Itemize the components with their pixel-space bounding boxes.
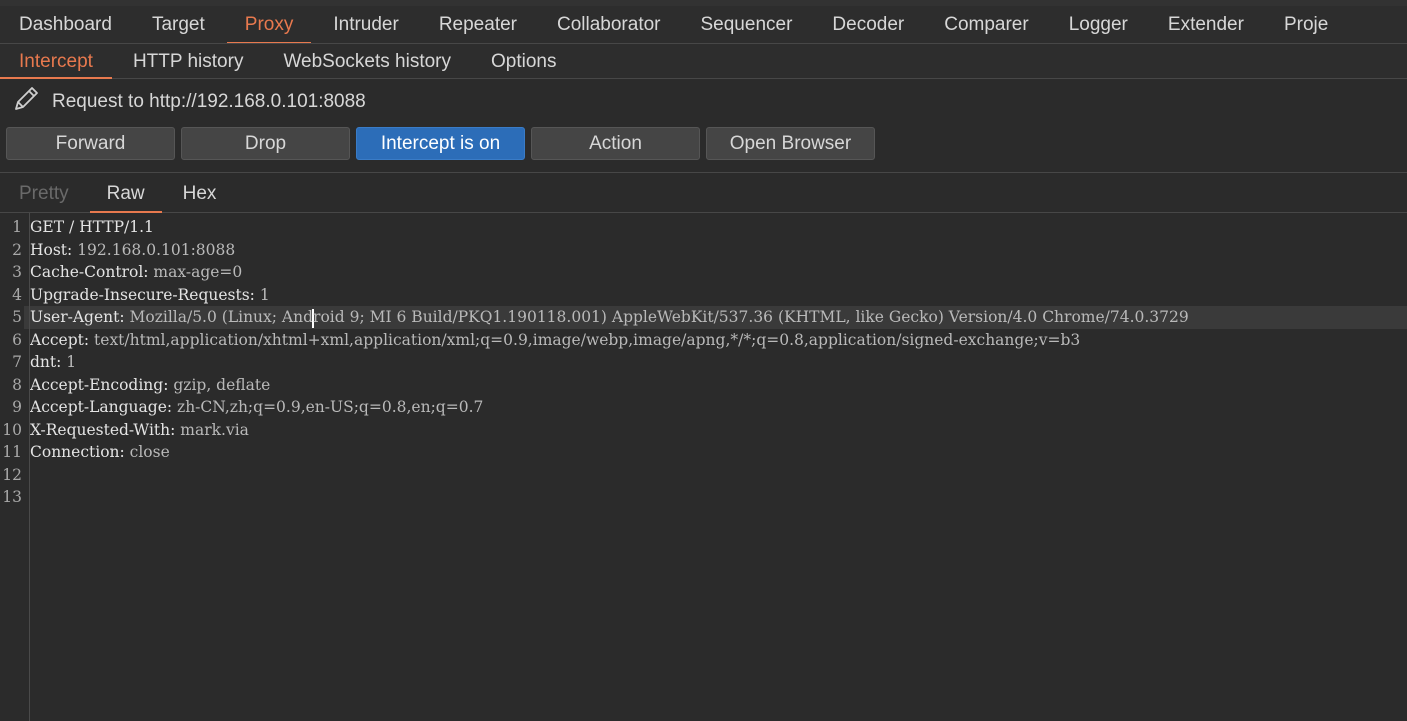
- header-name: Accept-Language:: [30, 398, 173, 416]
- header-row-user-agent: 5 User-Agent: Mozilla/5.0 (Linux; Androi…: [0, 306, 1407, 329]
- tab-collaborator[interactable]: Collaborator: [557, 6, 661, 43]
- header-value: text/html,application/xhtml+xml,applicat…: [89, 330, 1081, 349]
- header-row-accept: 6 Accept: text/html,application/xhtml+xm…: [0, 329, 1407, 352]
- gutter-divider: [29, 213, 30, 721]
- line-number: 9: [12, 398, 22, 416]
- tab-options[interactable]: Options: [491, 44, 556, 79]
- main-tab-bar: Dashboard Target Proxy Intruder Repeater…: [0, 6, 1407, 44]
- header-row-host: 2 Host: 192.168.0.101:8088: [0, 239, 1407, 262]
- header-row-cache-control: 3 Cache-Control: max-age=0: [0, 261, 1407, 284]
- header-row-x-requested-with: 10 X-Requested-With: mark.via: [0, 419, 1407, 442]
- pencil-icon[interactable]: [10, 83, 52, 121]
- line-number: 1: [12, 218, 22, 236]
- tab-project[interactable]: Proje: [1284, 6, 1328, 43]
- request-target-label: Request to http://192.168.0.101:8088: [52, 91, 366, 112]
- header-row-connection: 11 Connection: close: [0, 441, 1407, 464]
- tab-raw[interactable]: Raw: [89, 174, 162, 213]
- header-value-continued: roid 9; MI 6 Build/PKQ1.190118.001) Appl…: [313, 308, 1189, 326]
- line-number: 11: [2, 443, 22, 461]
- header-name: Host:: [30, 240, 73, 259]
- drop-button[interactable]: Drop: [181, 127, 350, 160]
- tab-dashboard[interactable]: Dashboard: [19, 6, 112, 43]
- tab-hex[interactable]: Hex: [183, 174, 217, 213]
- header-row-upgrade-insecure: 4 Upgrade-Insecure-Requests: 1: [0, 284, 1407, 307]
- header-row-accept-language: 9 Accept-Language: zh-CN,zh;q=0.9,en-US;…: [0, 396, 1407, 419]
- forward-button[interactable]: Forward: [6, 127, 175, 160]
- line-number: 7: [12, 353, 22, 371]
- tab-intruder[interactable]: Intruder: [333, 6, 398, 43]
- request-line-text: GET / HTTP/1.1: [30, 218, 154, 236]
- header-value: Mozilla/5.0 (Linux; And: [124, 308, 314, 326]
- header-value: mark.via: [175, 420, 249, 439]
- tab-decoder[interactable]: Decoder: [832, 6, 904, 43]
- header-name: dnt:: [30, 353, 62, 371]
- header-value: 1: [254, 285, 270, 304]
- header-row-dnt: 7 dnt: 1: [0, 351, 1407, 374]
- line-number: 3: [12, 263, 22, 281]
- header-name: User-Agent:: [30, 308, 125, 326]
- intercept-toggle-button[interactable]: Intercept is on: [356, 127, 525, 160]
- message-editor-tab-bar: Pretty Raw Hex: [0, 174, 1407, 213]
- line-number: 10: [2, 420, 22, 439]
- tab-extender[interactable]: Extender: [1168, 6, 1244, 43]
- tab-target[interactable]: Target: [152, 6, 205, 43]
- header-name: Connection:: [30, 443, 125, 461]
- request-target-bar: Request to http://192.168.0.101:8088: [0, 79, 1407, 125]
- header-value: 1: [61, 353, 77, 371]
- header-value: gzip, deflate: [168, 375, 271, 394]
- tab-intercept[interactable]: Intercept: [0, 44, 112, 79]
- header-row-accept-encoding: 8 Accept-Encoding: gzip, deflate: [0, 374, 1407, 397]
- tab-pretty[interactable]: Pretty: [19, 174, 69, 213]
- tab-logger[interactable]: Logger: [1069, 6, 1128, 43]
- line-number: 13: [2, 488, 22, 506]
- tab-repeater[interactable]: Repeater: [439, 6, 517, 43]
- empty-line-row: 13: [0, 486, 1407, 509]
- line-number: 6: [12, 330, 22, 349]
- request-line-row: 1 GET / HTTP/1.1: [0, 216, 1407, 239]
- header-name: Upgrade-Insecure-Requests:: [30, 285, 255, 304]
- line-number: 4: [12, 285, 22, 304]
- request-editor[interactable]: 1 GET / HTTP/1.1 2 Host: 192.168.0.101:8…: [0, 213, 1407, 721]
- open-browser-button[interactable]: Open Browser: [706, 127, 875, 160]
- header-value: zh-CN,zh;q=0.9,en-US;q=0.8,en;q=0.7: [172, 398, 484, 416]
- header-name: Accept-Encoding:: [30, 375, 169, 394]
- intercept-toolbar: Forward Drop Intercept is on Action Open…: [0, 125, 1407, 173]
- tab-proxy[interactable]: Proxy: [226, 6, 311, 43]
- header-value: max-age=0: [148, 263, 243, 281]
- line-number: 12: [2, 465, 22, 484]
- empty-line-row: 12: [0, 464, 1407, 487]
- tab-http-history[interactable]: HTTP history: [133, 44, 244, 79]
- header-name: X-Requested-With:: [30, 420, 176, 439]
- line-number: 5: [12, 308, 22, 326]
- line-number: 2: [12, 240, 22, 259]
- header-name: Accept:: [30, 330, 90, 349]
- line-number: 8: [12, 375, 22, 394]
- proxy-sub-tab-bar: Intercept HTTP history WebSockets histor…: [0, 44, 1407, 79]
- action-button[interactable]: Action: [531, 127, 700, 160]
- tab-sequencer[interactable]: Sequencer: [701, 6, 793, 43]
- header-name: Cache-Control:: [30, 263, 149, 281]
- header-value: 192.168.0.101:8088: [72, 240, 236, 259]
- header-value: close: [124, 443, 170, 461]
- tab-comparer[interactable]: Comparer: [944, 6, 1028, 43]
- tab-websockets-history[interactable]: WebSockets history: [283, 44, 451, 79]
